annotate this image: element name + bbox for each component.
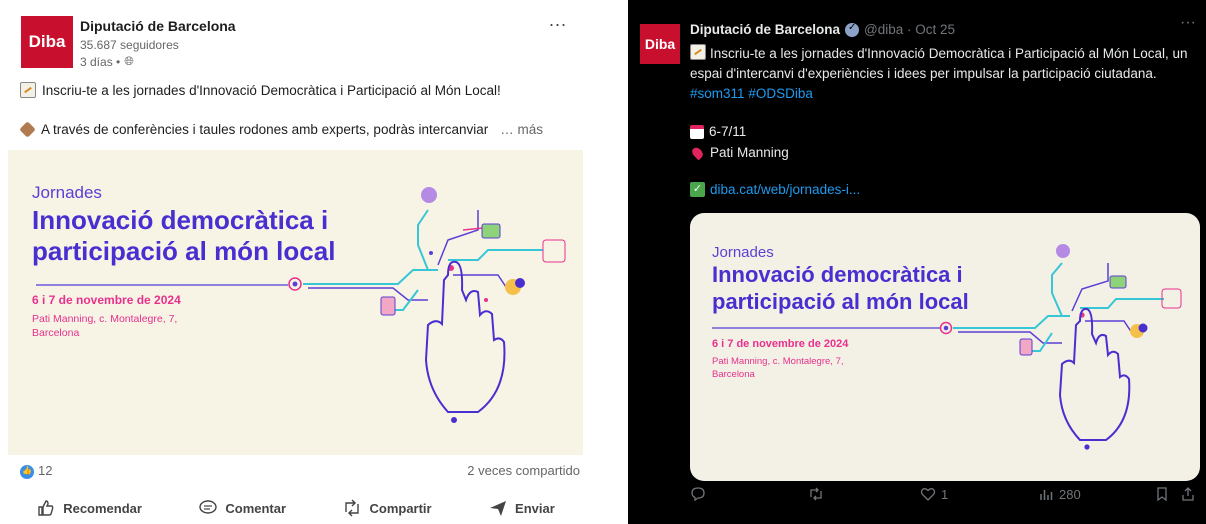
reactions-count: 12: [38, 463, 53, 478]
banner-place-line2: Barcelona: [32, 327, 80, 339]
heart-icon: [920, 488, 936, 501]
reply-button[interactable]: [690, 486, 706, 502]
views-count: 280: [1059, 486, 1081, 502]
post-stats: 12 2 veces compartido: [20, 463, 580, 479]
x-post: Diba Diputació de Barcelona @diba · Oct …: [628, 0, 1206, 524]
memo-icon: [690, 44, 706, 60]
hashtag-som311[interactable]: #som311: [690, 86, 745, 101]
see-more-link[interactable]: … más: [500, 122, 543, 137]
verified-badge-icon: [845, 22, 860, 37]
banner-date: 6 i 7 de novembre de 2024: [712, 338, 849, 350]
event-dates-text: 6-7/11: [709, 124, 747, 139]
repost-label: Compartir: [369, 500, 432, 516]
memo-icon: [20, 82, 36, 98]
event-dates: 6-7/11: [690, 124, 746, 139]
post-header: Diputació de Barcelona @diba · Oct 25: [690, 22, 955, 38]
org-logo[interactable]: Diba: [21, 16, 73, 68]
repost-icon: [345, 499, 360, 517]
comment-button[interactable]: Comentar: [198, 498, 286, 518]
event-link-url[interactable]: diba.cat/web/jornades-i...: [710, 182, 860, 197]
views-chart-icon: [1040, 490, 1053, 500]
repost-icon: [810, 487, 822, 501]
banner-place-line2: Barcelona: [712, 369, 755, 380]
like-button[interactable]: 1: [920, 486, 948, 502]
bookmark-button[interactable]: [1154, 486, 1170, 502]
thumbs-up-icon: [38, 500, 54, 516]
like-button[interactable]: Recomendar: [36, 498, 142, 518]
event-link: ✓ diba.cat/web/jornades-i...: [690, 182, 860, 197]
banner-title-line1: Innovació democràtica i: [712, 262, 963, 287]
banner-title-line1: Innovació democràtica i: [32, 205, 329, 235]
post-text-line1-label: Inscriu-te a les jornades d'Innovació De…: [42, 82, 501, 98]
calendar-icon: [690, 124, 704, 139]
event-banner-image[interactable]: Jornades Innovació democràtica i partici…: [690, 213, 1200, 481]
author-handle-time[interactable]: @diba · Oct 25: [864, 22, 955, 37]
globe-icon: 🌐︎: [124, 54, 134, 68]
like-count: 1: [941, 486, 949, 502]
followers-count: 35.687 seguidores: [80, 38, 179, 52]
post-time: 3 días • 🌐︎: [80, 54, 134, 69]
banner-place-line1: Pati Manning, c. Montalegre, 7,: [32, 313, 178, 325]
post-text-line2: A través de conferències i taules rodone…: [19, 121, 543, 138]
views-button[interactable]: 280: [1038, 486, 1081, 502]
post-actions: Recomendar Comentar Compartir Enviar: [8, 498, 583, 518]
event-place-text: Pati Manning: [710, 145, 789, 160]
more-options-icon[interactable]: ...: [549, 10, 567, 31]
like-reaction-icon: [20, 464, 34, 479]
banner-place-line1: Pati Manning, c. Montalegre, 7,: [712, 356, 844, 367]
send-button[interactable]: Enviar: [488, 498, 555, 518]
org-avatar[interactable]: Diba: [640, 24, 680, 64]
reply-icon: [691, 487, 705, 502]
more-options-icon[interactable]: ···: [1180, 14, 1196, 32]
post-body: Inscriu-te a les jornades d'Innovació De…: [690, 46, 1188, 81]
share-button[interactable]: [1180, 486, 1196, 502]
repost-button[interactable]: [808, 486, 824, 502]
send-label: Enviar: [515, 500, 555, 516]
author-name[interactable]: Diputació de Barcelona: [690, 22, 840, 37]
event-place: Pati Manning: [690, 145, 789, 160]
banner-title-line2: participació al món local: [712, 289, 969, 314]
banner-title-line2: participació al món local: [32, 236, 336, 266]
post-text: Inscriu-te a les jornades d'Innovació De…: [690, 44, 1200, 104]
share-icon: [1182, 487, 1194, 501]
check-mark-icon: ✓: [690, 182, 705, 197]
banner-kicker: Jornades: [32, 183, 102, 202]
send-icon: [490, 501, 507, 516]
repost-button[interactable]: Compartir: [342, 498, 432, 518]
linkedin-post: Diba Diputació de Barcelona 35.687 segui…: [8, 0, 588, 524]
like-label: Recomendar: [63, 500, 142, 516]
post-time-text: 3 días •: [80, 54, 121, 69]
comment-icon: [199, 500, 218, 514]
org-name[interactable]: Diputació de Barcelona: [80, 18, 236, 34]
post-text-line2-label: A través de conferències i taules rodone…: [41, 122, 489, 137]
bookmark-icon: [1157, 487, 1167, 502]
package-icon: [19, 121, 36, 138]
post-text-line1: Inscriu-te a les jornades d'Innovació De…: [20, 82, 501, 98]
shares-count[interactable]: 2 veces compartido: [467, 463, 580, 478]
banner-date: 6 i 7 de novembre de 2024: [32, 293, 181, 307]
pin-icon: [690, 145, 705, 160]
comment-label: Comentar: [225, 500, 287, 516]
hashtag-odsdiba[interactable]: #ODSDiba: [748, 86, 813, 101]
reactions[interactable]: 12: [20, 463, 52, 479]
banner-kicker: Jornades: [712, 244, 774, 261]
event-banner-image[interactable]: Jornades Innovació democràtica i partici…: [8, 150, 583, 455]
